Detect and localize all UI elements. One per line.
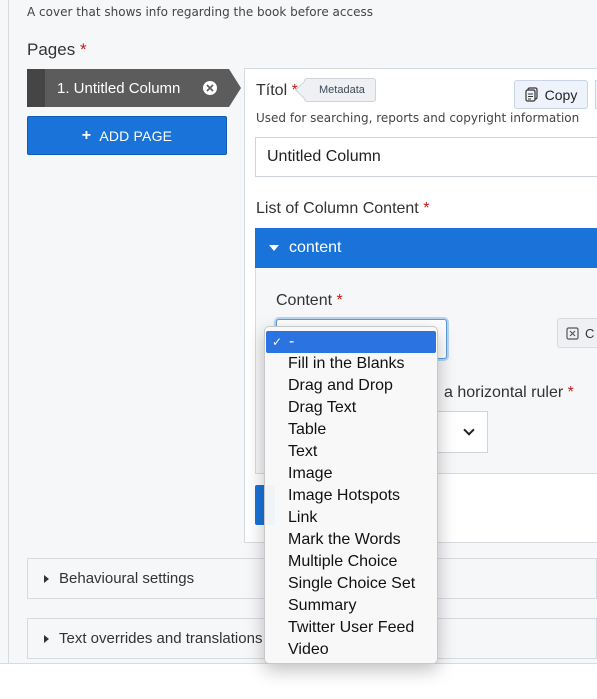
dropdown-option[interactable]: Twitter User Feed — [265, 617, 437, 639]
list-content-label: List of Column Content * — [256, 200, 429, 218]
dropdown-option[interactable]: Table — [265, 419, 437, 441]
copy-icon — [525, 87, 538, 102]
clear-content-button[interactable]: C — [557, 318, 597, 348]
option-label: Single Choice Set — [288, 575, 416, 592]
required-mark: * — [423, 200, 430, 217]
pages-label-text: Pages — [27, 40, 76, 59]
clear-label: C — [585, 325, 595, 341]
expand-triangle-icon — [44, 574, 49, 583]
collapse-triangle-icon — [269, 245, 279, 251]
accordion-label: Behavioural settings — [59, 570, 195, 587]
option-label: Multiple Choice — [288, 553, 398, 570]
required-mark: * — [79, 40, 87, 59]
metadata-badge[interactable]: Metadata — [304, 78, 376, 102]
option-label: Link — [288, 509, 318, 526]
option-label: Video — [288, 641, 329, 658]
horizontal-ruler-label-text: a horizontal ruler — [444, 384, 564, 401]
option-label: Twitter User Feed — [288, 619, 415, 636]
copy-button[interactable]: Copy — [514, 80, 588, 109]
title-label: Títol * — [256, 82, 298, 100]
option-label: Fill in the Blanks — [288, 355, 405, 372]
clear-icon — [566, 326, 579, 340]
dropdown-option[interactable]: ✓ - — [266, 331, 436, 353]
dropdown-option[interactable]: Image Hotspots — [265, 485, 437, 507]
option-label: Image Hotspots — [288, 487, 401, 504]
dropdown-option[interactable]: Fill in the Blanks — [265, 353, 437, 375]
chevron-down-icon — [463, 424, 475, 436]
copy-label: Copy — [544, 86, 578, 103]
title-helper-text: Used for searching, reports and copyrigh… — [256, 111, 580, 125]
required-mark: * — [567, 384, 574, 401]
required-mark: * — [336, 292, 343, 309]
cover-description: A cover that shows info regarding the bo… — [27, 5, 373, 19]
dropdown-option[interactable]: Multiple Choice — [265, 551, 437, 573]
title-label-text: Títol — [256, 82, 288, 99]
dropdown-option[interactable]: Image — [265, 463, 437, 485]
dropdown-option[interactable]: Mark the Words — [265, 529, 437, 551]
option-label: Text — [288, 443, 318, 460]
tab-arrow — [229, 69, 241, 107]
check-icon: ✓ — [272, 335, 283, 349]
content-label-text: Content — [276, 292, 333, 309]
dropdown-option[interactable]: Video — [265, 639, 437, 661]
page-tab-1[interactable]: 1. Untitled Column — [27, 69, 229, 107]
option-label: Image — [288, 465, 333, 482]
option-label: Summary — [288, 597, 357, 614]
list-content-label-text: List of Column Content — [256, 200, 419, 217]
expand-triangle-icon — [44, 634, 49, 643]
close-icon — [206, 84, 214, 92]
dropdown-option[interactable]: Drag Text — [265, 397, 437, 419]
dropdown-option[interactable]: Summary — [265, 595, 437, 617]
content-label: Content * — [276, 292, 343, 310]
plus-icon: + — [81, 126, 92, 144]
option-label: Table — [288, 421, 327, 438]
frame-left-border — [8, 0, 9, 663]
title-input[interactable]: Untitled Column — [255, 137, 597, 177]
page-tab-label: 1. Untitled Column — [57, 79, 181, 97]
dropdown-option[interactable]: Single Choice Set — [265, 573, 437, 595]
horizontal-ruler-label: a horizontal ruler * — [444, 384, 574, 402]
tab-drag-handle[interactable] — [27, 69, 45, 107]
accordion-label: Text overrides and translations — [59, 630, 263, 647]
option-label: Mark the Words — [288, 531, 401, 548]
remove-page-icon[interactable] — [203, 81, 217, 95]
content-group-header[interactable]: content — [255, 228, 597, 268]
option-label: Drag Text — [288, 399, 357, 416]
add-page-button[interactable]: + ADD PAGE — [27, 116, 227, 155]
content-group-title: content — [289, 239, 342, 256]
option-label: Drag and Drop — [288, 377, 393, 394]
add-page-label: ADD PAGE — [99, 127, 173, 144]
pages-label: Pages * — [27, 40, 87, 60]
dropdown-option[interactable]: Drag and Drop — [265, 375, 437, 397]
dropdown-option[interactable]: Text — [265, 441, 437, 463]
content-type-dropdown-menu[interactable]: ✓ - Fill in the Blanks Drag and Drop Drag… — [264, 326, 438, 664]
dropdown-option[interactable]: Link — [265, 507, 437, 529]
option-label: - — [289, 333, 295, 350]
